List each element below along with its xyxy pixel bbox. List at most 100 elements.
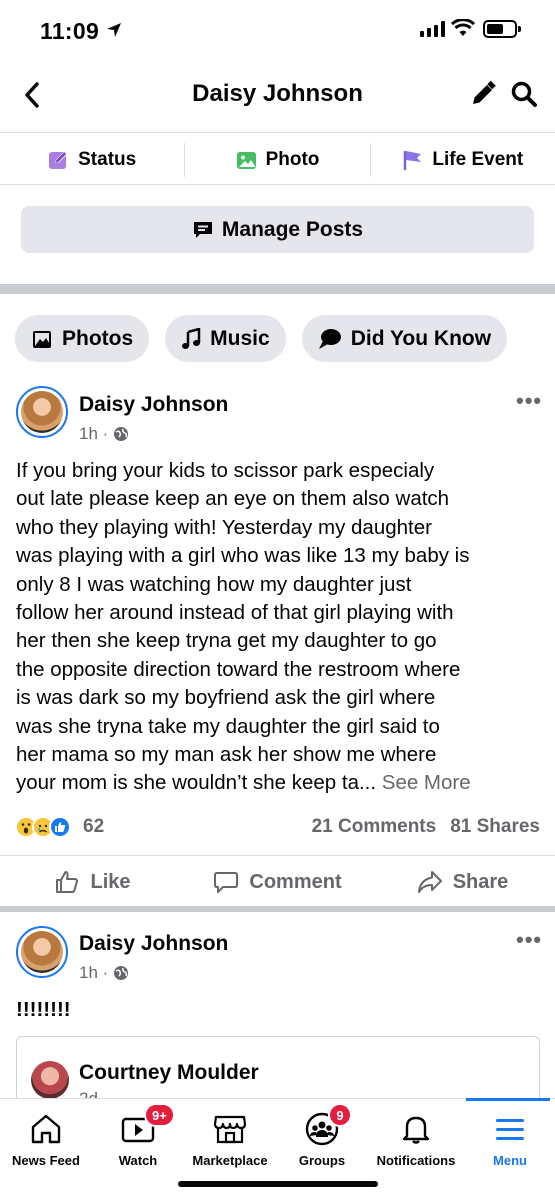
share-arrow-icon — [417, 871, 442, 893]
reaction-icons[interactable] — [15, 816, 71, 838]
post-text-line: If you bring your kids to scissor park e… — [16, 459, 435, 482]
hamburger-menu-icon — [496, 1119, 524, 1140]
status-time: 11:09 — [40, 18, 100, 44]
did-you-know-chip[interactable]: Did You Know — [301, 315, 508, 362]
post-text: !!!!!!!! — [16, 998, 71, 1021]
shared-post-card[interactable]: Courtney Moulder 2d · — [16, 1036, 540, 1106]
comment-button[interactable]: Comment — [185, 856, 370, 908]
photo-button[interactable]: Photo — [185, 137, 369, 183]
home-indicator[interactable] — [178, 1181, 378, 1187]
photos-label: Photos — [62, 326, 134, 350]
tab-groups[interactable]: 9 Groups — [276, 1099, 368, 1179]
post-actions: Like Comment Share — [0, 856, 555, 908]
wifi-icon — [451, 19, 475, 36]
manage-posts-label: Manage Posts — [221, 217, 364, 241]
section-separator — [0, 284, 555, 294]
share-button[interactable]: Share — [370, 856, 555, 908]
tab-label: Watch — [118, 1153, 158, 1168]
flag-icon — [404, 151, 422, 170]
life-event-label: Life Event — [432, 149, 524, 170]
more-options-icon[interactable]: ••• — [516, 927, 542, 953]
edit-status-icon — [49, 151, 68, 169]
groups-badge: 9 — [328, 1103, 352, 1127]
tab-marketplace[interactable]: Marketplace — [184, 1099, 276, 1179]
photos-icon — [33, 330, 51, 348]
like-reaction-icon — [49, 816, 71, 838]
shared-post-author[interactable]: Courtney Moulder — [79, 1061, 259, 1085]
photo-icon — [236, 152, 256, 169]
pencil-icon[interactable] — [469, 80, 497, 108]
music-chip[interactable]: Music — [165, 315, 286, 362]
did-you-know-label: Did You Know — [350, 326, 492, 350]
avatar[interactable] — [16, 926, 68, 978]
post-text-line: follow her around instead of that girl p… — [16, 601, 454, 625]
section-separator — [0, 906, 555, 912]
reactions-row: 62 21 Comments 81 Shares — [15, 814, 540, 842]
post-text-line: was she tryna take my daughter the girl … — [16, 714, 440, 738]
share-label: Share — [452, 870, 509, 893]
page-header: Daisy Johnson — [0, 62, 555, 128]
battery-icon — [483, 20, 521, 38]
divider — [0, 184, 555, 185]
post-meta: 1h · — [79, 963, 129, 983]
like-label: Like — [90, 870, 131, 893]
manage-posts-button[interactable]: Manage Posts — [21, 206, 534, 253]
music-note-icon — [182, 327, 201, 349]
tab-label: Notifications — [376, 1153, 456, 1168]
status-bar: 11:09 — [0, 0, 555, 62]
engagement-counts: 21 Comments 81 Shares — [312, 816, 540, 838]
location-arrow-icon — [107, 23, 121, 37]
message-list-icon — [193, 221, 212, 238]
see-more-link[interactable]: See More — [382, 771, 471, 794]
post-author[interactable]: Daisy Johnson — [79, 932, 228, 956]
tab-news-feed[interactable]: News Feed — [0, 1099, 92, 1179]
globe-icon — [114, 966, 129, 980]
post-text-line: your mom is she wouldn’t she keep ta... — [16, 771, 377, 795]
avatar[interactable] — [16, 386, 68, 438]
speech-bubble-icon — [318, 328, 341, 349]
music-label: Music — [210, 326, 270, 350]
post-time: 1h · — [79, 424, 109, 443]
reaction-count[interactable]: 62 — [83, 816, 104, 838]
post-text-line: only 8 I was watching how my daughter ju… — [16, 572, 412, 596]
comment-label: Comment — [249, 870, 342, 893]
home-icon — [31, 1114, 61, 1144]
post-text-line: her then she keep tryna get my daughter … — [16, 629, 437, 653]
watch-badge: 9+ — [144, 1103, 175, 1127]
bell-icon — [402, 1116, 430, 1144]
thumbs-up-icon — [56, 871, 79, 893]
post-time: 1h · — [79, 963, 109, 982]
comments-count[interactable]: 21 Comments — [312, 816, 437, 838]
status-button[interactable]: Status — [0, 137, 184, 183]
tab-label: News Feed — [12, 1153, 80, 1168]
status-label: Status — [78, 149, 137, 170]
post-text-line: her mama so my man ask her show me where — [16, 743, 437, 767]
comment-bubble-icon — [214, 872, 239, 893]
post-text-line: was playing with a girl who was like 13 … — [16, 544, 470, 568]
like-button[interactable]: Like — [0, 856, 185, 908]
tab-label: Marketplace — [192, 1153, 268, 1168]
post-author[interactable]: Daisy Johnson — [79, 393, 228, 417]
tab-label: Menu — [493, 1153, 527, 1168]
post-text: If you bring your kids to scissor park e… — [16, 457, 543, 798]
storefront-icon — [213, 1115, 247, 1144]
photo-label: Photo — [265, 149, 320, 170]
more-options-icon[interactable]: ••• — [516, 388, 542, 414]
post-text-line: who they playing with! Yesterday my daug… — [16, 515, 432, 539]
life-event-button[interactable]: Life Event — [371, 137, 555, 183]
post-text-line-last: your mom is she wouldn’t she keep ta... … — [16, 769, 543, 797]
shares-count[interactable]: 81 Shares — [450, 816, 540, 838]
cellular-signal-icon — [420, 21, 445, 37]
post-text-line: is was dark so my boyfriend ask the girl… — [16, 686, 436, 710]
avatar[interactable] — [31, 1061, 69, 1099]
post-text-line: the opposite direction toward the restro… — [16, 657, 461, 681]
tab-menu[interactable]: Menu — [464, 1099, 555, 1179]
photos-chip[interactable]: Photos — [15, 315, 150, 362]
tab-watch[interactable]: 9+ Watch — [92, 1099, 184, 1179]
divider — [0, 132, 555, 133]
post-text-line: out late please keep an eye on them also… — [16, 487, 450, 511]
search-icon[interactable] — [510, 80, 538, 108]
filter-chips: Photos Music Did You Know — [15, 315, 508, 362]
tab-notifications[interactable]: Notifications — [368, 1099, 464, 1179]
post-meta: 1h · — [79, 424, 129, 444]
